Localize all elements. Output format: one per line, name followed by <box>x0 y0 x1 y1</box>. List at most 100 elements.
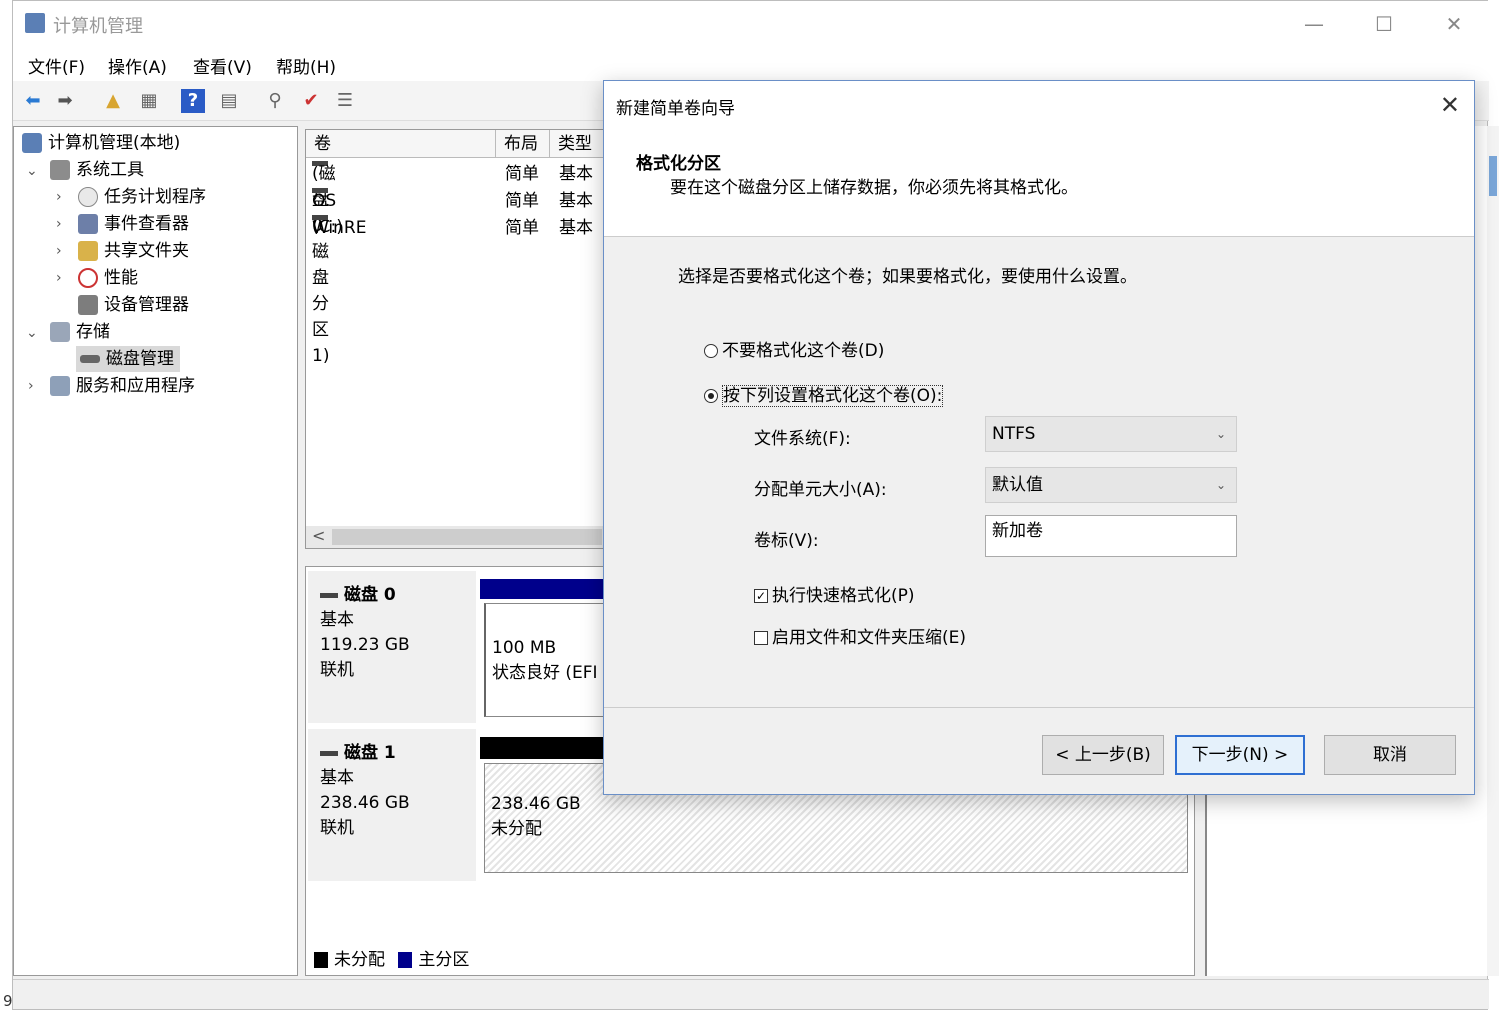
vertical-scrollbar[interactable] <box>1487 126 1499 976</box>
partition-state: 状态良好 (EFI <box>492 663 597 683</box>
console-tree: 计算机管理(本地) ⌄ 系统工具 › 任务计划程序 › 事件查看器 › 共享文件… <box>13 126 298 976</box>
table-row[interactable]: OS (C:) 简单 基本 <box>306 188 606 237</box>
disk-name: 磁盘 1 <box>344 743 396 763</box>
menu-help[interactable]: 帮助(H) <box>276 53 336 78</box>
tree-performance-label: 性能 <box>104 268 138 288</box>
radio-format[interactable]: 按下列设置格式化这个卷(O): <box>704 381 944 407</box>
partition-efi[interactable]: 100 MB 状态良好 (EFI <box>484 603 604 717</box>
allocation-select[interactable]: 默认值 ⌄ <box>985 467 1237 503</box>
volume-layout: 简单 <box>505 191 539 211</box>
volume-label-input[interactable]: 新加卷 <box>985 515 1237 557</box>
quick-format-checkbox[interactable]: ✓ 执行快速格式化(P) <box>754 581 915 606</box>
chevron-right-icon[interactable]: › <box>56 243 62 259</box>
clock-icon <box>78 187 98 207</box>
tree-disk-management-label: 磁盘管理 <box>106 349 174 369</box>
radio-icon[interactable] <box>704 344 718 358</box>
menu-bar: 文件(F) 操作(A) 查看(V) 帮助(H) <box>13 47 1489 81</box>
format-prompt: 选择是否要格式化这个卷；如果要格式化，要使用什么设置。 <box>678 267 1137 287</box>
legend: 未分配 主分区 <box>314 945 469 970</box>
horizontal-scrollbar[interactable]: < <box>306 526 606 548</box>
radio-icon[interactable] <box>704 389 718 403</box>
column-header-layout[interactable]: 布局 <box>496 130 550 158</box>
tree-system-tools[interactable]: 系统工具 <box>50 157 144 183</box>
chevron-right-icon[interactable]: › <box>56 270 62 286</box>
scroll-thumb[interactable] <box>1489 156 1497 196</box>
filesystem-select[interactable]: NTFS ⌄ <box>985 416 1237 452</box>
app-icon <box>25 13 45 33</box>
tree-storage[interactable]: 存储 <box>50 319 110 345</box>
allocation-label: 分配单元大小(A): <box>754 480 887 500</box>
chevron-down-icon[interactable]: ⌄ <box>26 163 38 179</box>
tree-task-scheduler-label: 任务计划程序 <box>104 187 206 207</box>
view-icon[interactable]: ☰ <box>333 89 357 113</box>
scroll-left-icon[interactable]: < <box>312 526 325 545</box>
checkbox-unchecked-icon[interactable] <box>754 631 768 645</box>
chevron-right-icon[interactable]: › <box>28 378 34 394</box>
quick-format-label: 执行快速格式化(P) <box>772 586 915 606</box>
disk-icon <box>320 750 338 756</box>
menu-action[interactable]: 操作(A) <box>108 53 167 78</box>
checkbox-checked-icon[interactable]: ✓ <box>754 589 768 603</box>
column-header-type[interactable]: 类型 <box>550 130 606 158</box>
tree-event-viewer[interactable]: 事件查看器 <box>78 211 189 237</box>
tree-device-manager[interactable]: 设备管理器 <box>78 292 189 318</box>
cancel-button[interactable]: 取消 <box>1324 735 1456 775</box>
disk-icon <box>80 355 100 363</box>
radio-format-label: 按下列设置格式化这个卷(O): <box>722 385 944 407</box>
table-row[interactable]: WinRE 简单 基本 <box>306 215 606 241</box>
tree-services-label: 服务和应用程序 <box>76 376 195 396</box>
table-row[interactable]: (磁盘 0 磁盘分区 1) 简单 基本 <box>306 161 606 366</box>
disk-kind: 基本 <box>320 768 354 788</box>
up-folder-icon[interactable]: ▲ <box>101 89 125 113</box>
checklist-icon[interactable]: ✔ <box>299 89 323 113</box>
tree-performance[interactable]: 性能 <box>78 265 138 291</box>
disk-0-label[interactable]: 磁盘 0 基本 119.23 GB 联机 <box>308 571 476 723</box>
disk-kind: 基本 <box>320 610 354 630</box>
back-button[interactable]: < 上一步(B) <box>1042 735 1164 775</box>
next-button[interactable]: 下一步(N) > <box>1175 735 1305 775</box>
tree-disk-management[interactable]: 磁盘管理 <box>76 346 180 372</box>
menu-file[interactable]: 文件(F) <box>28 53 85 78</box>
tree-shared-folders[interactable]: 共享文件夹 <box>78 238 189 264</box>
chevron-right-icon[interactable]: › <box>56 216 62 232</box>
dialog-title-bar: 新建简单卷向导 ✕ <box>604 81 1474 129</box>
tree-device-manager-label: 设备管理器 <box>104 295 189 315</box>
tree-root[interactable]: 计算机管理(本地) <box>22 130 180 156</box>
forward-arrow-icon[interactable]: ➡ <box>53 89 77 113</box>
storage-icon <box>50 322 70 342</box>
radio-no-format[interactable]: 不要格式化这个卷(D) <box>704 336 884 361</box>
computer-icon <box>22 133 42 153</box>
column-header-volume[interactable]: 卷 <box>306 130 496 158</box>
device-manager-icon <box>78 295 98 315</box>
filesystem-label: 文件系统(F): <box>754 429 851 449</box>
minimize-button[interactable]: — <box>1291 9 1337 39</box>
dialog-close-icon[interactable]: ✕ <box>1440 91 1460 119</box>
tree-storage-label: 存储 <box>76 322 110 342</box>
disk-1-label[interactable]: 磁盘 1 基本 238.46 GB 联机 <box>308 729 476 881</box>
disk-size: 238.46 GB <box>320 793 410 813</box>
partition-size: 100 MB <box>492 638 557 658</box>
back-arrow-icon[interactable]: ⬅ <box>21 89 45 113</box>
maximize-button[interactable]: ☐ <box>1361 9 1407 39</box>
volume-type: 基本 <box>559 164 593 184</box>
disk-status: 联机 <box>320 818 354 838</box>
partition-state: 未分配 <box>491 819 542 839</box>
dialog-title: 新建简单卷向导 <box>616 99 735 119</box>
tree-services[interactable]: 服务和应用程序 <box>50 373 195 399</box>
close-button[interactable]: ✕ <box>1431 9 1477 39</box>
partition-primary-bar <box>480 579 604 599</box>
connect-icon[interactable]: ⚲ <box>263 89 287 113</box>
menu-view[interactable]: 查看(V) <box>193 53 252 78</box>
compression-checkbox[interactable]: 启用文件和文件夹压缩(E) <box>754 623 966 648</box>
volume-type: 基本 <box>559 191 593 211</box>
help-icon[interactable]: ? <box>181 89 205 113</box>
legend-unallocated: 未分配 <box>334 950 385 970</box>
properties-icon[interactable]: ▤ <box>217 89 241 113</box>
chevron-down-icon[interactable]: ⌄ <box>26 325 38 341</box>
tree-task-scheduler[interactable]: 任务计划程序 <box>78 184 206 210</box>
dialog-subheading: 要在这个磁盘分区上储存数据，你必须先将其格式化。 <box>670 178 1078 198</box>
show-console-tree-icon[interactable]: ▦ <box>137 89 161 113</box>
chevron-right-icon[interactable]: › <box>56 189 62 205</box>
scroll-thumb[interactable] <box>332 529 602 545</box>
volume-label-label: 卷标(V): <box>754 531 819 551</box>
